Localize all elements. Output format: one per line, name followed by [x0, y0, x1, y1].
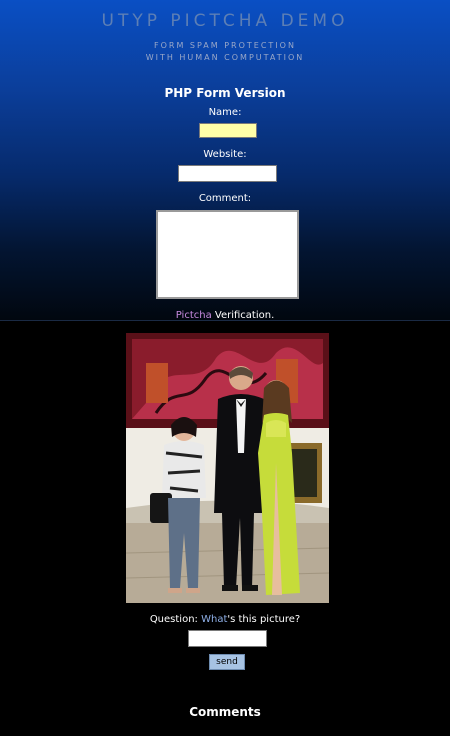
- answer-field[interactable]: [188, 630, 267, 647]
- website-label: Website:: [203, 149, 247, 160]
- website-field[interactable]: [178, 165, 277, 182]
- comments-heading: Comments: [189, 705, 261, 719]
- pictcha-photo: [126, 333, 329, 603]
- site-title: UTYP PICTCHA DEMO: [101, 11, 349, 31]
- comment-field[interactable]: [156, 210, 299, 299]
- question-prefix: Question:: [149, 614, 202, 625]
- site-subtitle-line-1: FORM SPAM PROTECTION: [154, 41, 296, 50]
- verification-label: Verification.: [211, 310, 275, 321]
- name-field[interactable]: [199, 123, 257, 138]
- question-suffix: 's this picture?: [227, 614, 301, 625]
- send-button[interactable]: send: [209, 654, 245, 670]
- form-title: PHP Form Version: [164, 86, 286, 100]
- pictcha-link[interactable]: Pictcha: [176, 310, 212, 321]
- what-link[interactable]: What: [201, 614, 227, 625]
- comment-label: Comment:: [198, 193, 252, 204]
- question-text: Question: What's this picture?: [0, 614, 450, 625]
- verification-heading: Pictcha Verification.: [0, 310, 450, 321]
- name-label: Name:: [208, 107, 242, 118]
- site-subtitle-line-2: WITH HUMAN COMPUTATION: [145, 53, 305, 62]
